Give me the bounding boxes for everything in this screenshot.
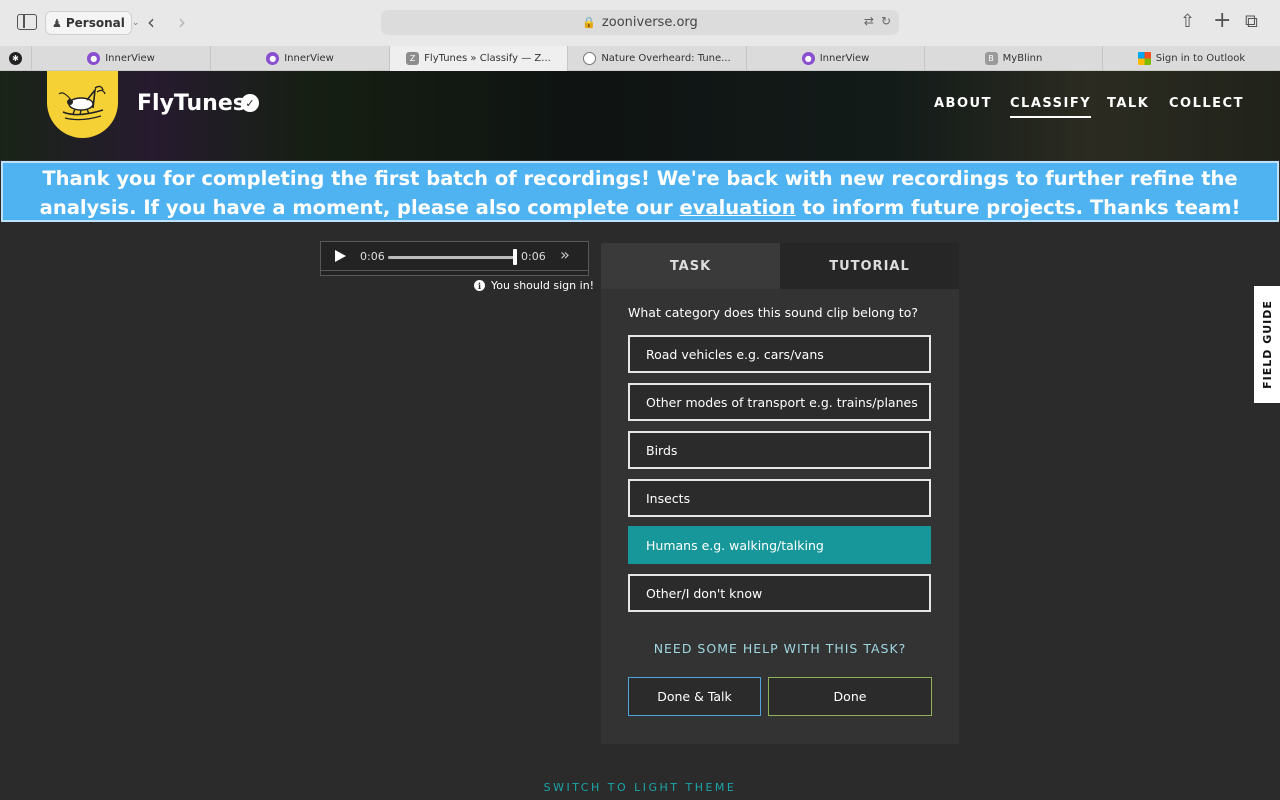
browser-toolbar: ♟ Personal ⌄ ‹ › 🔒 zooniverse.org ⇄ ↻ ⇧ … (0, 0, 1280, 46)
lock-icon: 🔒 (582, 16, 596, 29)
address-bar[interactable]: 🔒 zooniverse.org ⇄ ↻ (381, 10, 899, 35)
profile-label: Personal (65, 16, 125, 30)
browser-tab[interactable]: ● InnerView (747, 46, 925, 71)
zooniverse-icon: Z (406, 52, 420, 65)
reload-icon[interactable]: ↻ (881, 14, 891, 28)
field-guide-tab[interactable]: FIELD GUIDE (1254, 286, 1280, 403)
browser-tab[interactable]: ● InnerView (211, 46, 390, 71)
evaluation-link[interactable]: evaluation (679, 196, 795, 219)
announcement-banner: Thank you for completing the first batch… (1, 161, 1279, 222)
nav-collect[interactable]: COLLECT (1169, 96, 1244, 111)
tab-title: Nature Overheard: Tune... (601, 53, 731, 64)
tab-title: InnerView (105, 53, 155, 64)
progress-thumb[interactable] (513, 249, 517, 265)
cricket-logo-icon (58, 85, 106, 120)
pinned-tab[interactable]: ✱ (0, 46, 32, 71)
task-tabs: TASK TUTORIAL (601, 243, 959, 289)
flytunes-logo[interactable] (47, 71, 118, 138)
microsoft-icon (1137, 52, 1151, 65)
signin-text: You should sign in! (491, 279, 595, 292)
new-tab-icon[interactable]: + (1213, 8, 1231, 33)
pinned-site-icon: ✱ (9, 52, 22, 65)
info-icon: i (474, 280, 485, 291)
task-question: What category does this sound clip belon… (628, 305, 918, 320)
browser-tab[interactable]: Sign in to Outlook (1103, 46, 1280, 71)
tab-title: MyBlinn (1002, 53, 1043, 64)
play-icon[interactable] (335, 250, 346, 262)
answer-insects[interactable]: Insects (628, 479, 931, 517)
innerview-icon: ● (801, 52, 815, 65)
answer-other-transport[interactable]: Other modes of transport e.g. trains/pla… (628, 383, 931, 421)
share-icon[interactable]: ⇧ (1180, 11, 1195, 32)
tab-title: InnerView (284, 53, 334, 64)
url-text: zooniverse.org (601, 15, 698, 30)
duration: 0:06 (521, 250, 546, 263)
globe-icon (583, 52, 597, 65)
person-icon: ♟ (52, 16, 62, 30)
tab-overview-icon[interactable]: ⧉ (1245, 11, 1258, 32)
forward-button[interactable]: › (178, 10, 186, 34)
tab-title: FlyTunes » Classify — Z... (424, 53, 551, 64)
browser-tab-active[interactable]: Z FlyTunes » Classify — Z... (390, 46, 568, 71)
audio-player: 0:06 0:06 » (320, 241, 589, 276)
innerview-icon: ● (87, 52, 101, 65)
tab-title: Sign in to Outlook (1155, 53, 1246, 64)
done-button[interactable]: Done (768, 677, 932, 716)
browser-tab[interactable]: B MyBlinn (925, 46, 1103, 71)
back-button[interactable]: ‹ (147, 10, 155, 34)
nav-talk[interactable]: TALK (1107, 96, 1149, 111)
answer-other[interactable]: Other/I don't know (628, 574, 931, 612)
help-link[interactable]: NEED SOME HELP WITH THIS TASK? (601, 641, 959, 656)
blinn-icon: B (984, 52, 998, 65)
project-title[interactable]: FlyTunes (137, 91, 246, 116)
signin-notice: i You should sign in! (474, 279, 594, 292)
verified-check-icon: ✓ (241, 94, 259, 112)
announcement-text-end: to inform future projects. Thanks team! (795, 196, 1241, 219)
done-and-talk-button[interactable]: Done & Talk (628, 677, 761, 716)
tab-tutorial[interactable]: TUTORIAL (780, 243, 959, 289)
browser-tab[interactable]: Nature Overheard: Tune... (568, 46, 747, 71)
tab-title: InnerView (819, 53, 870, 64)
field-guide-label: FIELD GUIDE (1260, 300, 1274, 389)
tab-task[interactable]: TASK (601, 243, 780, 289)
answer-humans[interactable]: Humans e.g. walking/talking (628, 526, 931, 564)
browser-tab[interactable]: ● InnerView (32, 46, 211, 71)
innerview-icon: ● (266, 52, 280, 65)
chevron-down-icon: ⌄ (131, 18, 140, 28)
theme-switch-link[interactable]: SWITCH TO LIGHT THEME (0, 781, 1280, 794)
translate-icon[interactable]: ⇄ (864, 14, 874, 28)
player-divider (320, 270, 589, 271)
answer-birds[interactable]: Birds (628, 431, 931, 469)
nav-classify[interactable]: CLASSIFY (1010, 96, 1092, 118)
fast-forward-icon[interactable]: » (560, 245, 570, 264)
current-time: 0:06 (360, 250, 385, 263)
answer-road-vehicles[interactable]: Road vehicles e.g. cars/vans (628, 335, 931, 373)
tab-strip: ✱ ● InnerView ● InnerView Z FlyTunes » C… (0, 46, 1280, 71)
sidebar-toggle-icon[interactable] (17, 14, 37, 30)
nav-about[interactable]: ABOUT (934, 96, 992, 111)
progress-track[interactable] (388, 256, 514, 259)
profile-button[interactable]: ♟ Personal ⌄ (45, 11, 139, 35)
site-header: FlyTunes ✓ ABOUT CLASSIFY TALK COLLECT (0, 71, 1280, 160)
task-panel: TASK TUTORIAL What category does this so… (601, 243, 959, 744)
